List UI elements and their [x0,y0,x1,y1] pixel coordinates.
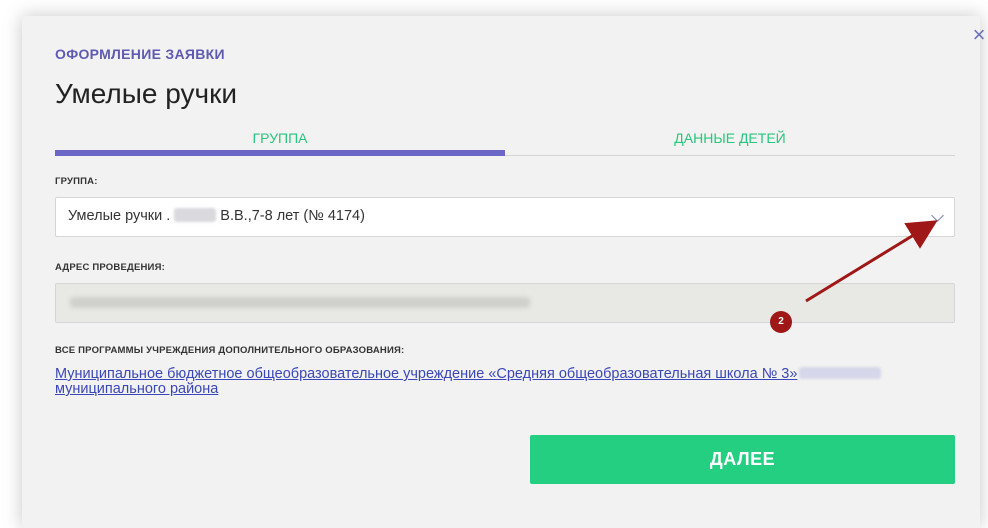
group-value-suffix: В.В.,7-8 лет (№ 4174) [220,208,365,224]
modal-kicker: ОФОРМЛЕНИЕ ЗАЯВКИ [55,46,225,62]
group-field-label: ГРУППА: [55,176,98,187]
chevron-down-icon[interactable] [931,209,944,222]
step-badge: 2 [770,311,792,333]
tab-children-data[interactable]: ДАННЫЕ ДЕТЕЙ [505,126,955,158]
school-link-part2[interactable]: муниципального района [55,381,218,397]
address-field-label: АДРЕС ПРОВЕДЕНИЯ: [55,262,165,273]
redacted-district [799,367,882,379]
close-icon[interactable]: × [969,24,988,46]
school-programs-link[interactable]: Муниципальное бюджетное общеобразователь… [55,367,955,397]
programs-label: ВСЕ ПРОГРАММЫ УЧРЕЖДЕНИЯ ДОПОЛНИТЕЛЬНОГО… [55,345,405,356]
group-value-prefix: Умелые ручки . [68,208,171,224]
tab-bar: ГРУППА ДАННЫЕ ДЕТЕЙ [55,126,955,158]
next-button[interactable]: ДАЛЕЕ [530,435,955,484]
active-tab-indicator [55,150,505,156]
address-field [55,283,955,323]
page-title: Умелые ручки [55,78,237,109]
redacted-name [174,208,217,222]
redacted-address [70,297,530,308]
group-select-value: Умелые ручки . В.В.,7-8 лет (№ 4174) [68,208,365,224]
group-select[interactable]: Умелые ручки . В.В.,7-8 лет (№ 4174) [55,197,955,237]
tab-divider [505,155,955,156]
school-link-part1[interactable]: Муниципальное бюджетное общеобразователь… [55,366,797,382]
